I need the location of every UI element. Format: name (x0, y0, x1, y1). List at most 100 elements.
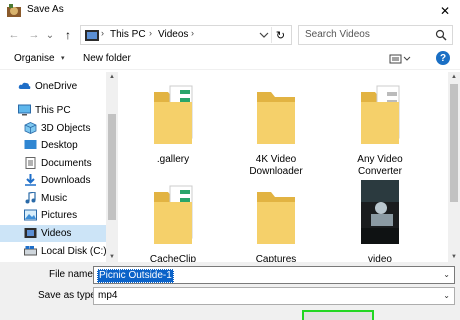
folder-item-any-video-converter[interactable]: Any Video Converter (335, 78, 425, 177)
view-icon (389, 54, 411, 64)
app-icon (7, 4, 21, 17)
navigation-bar: ← → ⌄ ↑ › This PC › Videos › ↻ Search Vi… (0, 22, 460, 48)
help-icon: ? (439, 52, 447, 64)
folder-item-gallery[interactable]: .gallery (128, 78, 218, 168)
folder-icon (361, 85, 400, 144)
file-item-video[interactable]: video (335, 178, 425, 268)
folder-icon (257, 192, 295, 244)
up-arrow-icon: ↑ (65, 28, 71, 42)
desktop-icon (24, 140, 37, 149)
sidebar-item-label: This PC (35, 105, 71, 116)
videos-folder-icon (85, 30, 99, 41)
chevron-down-icon[interactable]: ⌄ (443, 270, 450, 279)
scroll-down-icon: ▼ (109, 254, 115, 260)
sidebar-item-local-disk[interactable]: Local Disk (C:) (0, 243, 107, 260)
window-title: Save As (27, 4, 64, 15)
address-dropdown-icon[interactable] (259, 31, 269, 39)
file-name-input[interactable]: Picnic Outside-1 ⌄ (93, 266, 455, 284)
folder-item-4k-video-downloader[interactable]: 4K Video Downloader (231, 78, 321, 177)
file-name-label: File name: (49, 269, 96, 280)
sidebar-item-label: 3D Objects (41, 123, 91, 134)
cube-icon (24, 122, 37, 134)
command-bar: Organise ▾ New folder ? (0, 48, 460, 70)
help-button[interactable]: ? (436, 51, 450, 65)
sidebar-item-label: Downloads (41, 175, 91, 186)
folder-icon (154, 85, 193, 144)
new-folder-button[interactable]: New folder (83, 53, 131, 64)
address-bar[interactable]: › This PC › Videos › ↻ (80, 25, 292, 45)
music-icon (25, 192, 36, 204)
sidebar-item-label: Local Disk (C:) (41, 246, 107, 257)
folder-item-captures[interactable]: Captures (231, 178, 321, 268)
scroll-up-icon: ▲ (109, 74, 115, 80)
sidebar-item-this-pc[interactable]: This PC (0, 102, 106, 119)
sidebar-item-3d-objects[interactable]: 3D Objects (0, 120, 106, 137)
sidebar-scroll-thumb[interactable] (108, 114, 116, 220)
file-label: .gallery (156, 154, 190, 165)
file-list-scroll-thumb[interactable] (450, 84, 458, 202)
save-button[interactable] (302, 310, 374, 320)
breadcrumb-separator: › (149, 28, 152, 38)
up-button[interactable]: ↑ (60, 27, 76, 43)
file-name-value: Picnic Outside-1 (97, 269, 174, 283)
refresh-icon: ↻ (275, 29, 286, 42)
scroll-down-icon: ▼ (451, 254, 457, 260)
sidebar-item-music[interactable]: Music (0, 190, 106, 207)
sidebar-item-label: Documents (41, 158, 92, 169)
sidebar-item-label: Desktop (41, 140, 78, 151)
pictures-icon (24, 209, 37, 221)
file-label: Any Video Converter (357, 154, 403, 177)
file-label: 4K Video Downloader (249, 154, 303, 177)
recent-locations-button[interactable]: ⌄ (44, 27, 56, 43)
organise-dropdown-icon: ▾ (61, 55, 65, 62)
chevron-down-icon: ⌄ (45, 29, 55, 41)
back-button[interactable]: ← (6, 27, 22, 43)
folder-icon (154, 185, 193, 244)
sidebar-item-label: Pictures (41, 210, 78, 221)
file-list: .gallery 4K Video Downloader Any Video C… (118, 72, 448, 265)
disk-icon (24, 246, 37, 256)
scroll-up-icon: ▲ (451, 74, 457, 80)
download-icon (25, 174, 36, 186)
sidebar-item-label: OneDrive (35, 81, 78, 92)
video-thumbnail-icon (361, 180, 399, 244)
sidebar-item-videos[interactable]: Videos (0, 225, 106, 242)
close-icon: ✕ (439, 4, 451, 18)
save-as-type-label: Save as type: (38, 290, 99, 301)
search-box[interactable]: Search Videos (298, 25, 453, 45)
search-icon (435, 29, 447, 41)
folder-icon (257, 92, 295, 144)
search-placeholder: Search Videos (305, 29, 370, 40)
sidebar-item-onedrive[interactable]: OneDrive (0, 78, 106, 95)
save-as-type-value: mp4 (98, 290, 118, 301)
videos-icon (24, 228, 37, 238)
cloud-icon (18, 82, 31, 89)
sidebar-item-documents[interactable]: Documents (0, 155, 106, 172)
sidebar-item-pictures[interactable]: Pictures (0, 207, 106, 224)
chevron-down-icon: ⌄ (443, 291, 450, 300)
forward-button[interactable]: → (26, 27, 42, 43)
title-bar: Save As ✕ (0, 0, 460, 22)
sidebar-item-label: Music (41, 193, 68, 204)
breadcrumb-videos[interactable]: Videos (158, 29, 188, 40)
breadcrumb-this-pc[interactable]: This PC (110, 29, 146, 40)
refresh-button[interactable]: ↻ (271, 27, 289, 43)
sidebar-item-label: Videos (41, 228, 72, 239)
navigation-pane: OneDrive This PC 3D Objects Desktop Docu… (0, 72, 118, 262)
sidebar-item-desktop[interactable]: Desktop (0, 137, 106, 154)
organise-button[interactable]: Organise (14, 53, 55, 64)
save-as-type-select[interactable]: mp4 ⌄ (93, 287, 455, 305)
save-form: File name: Picnic Outside-1 ⌄ Save as ty… (0, 262, 460, 320)
sidebar-item-downloads[interactable]: Downloads (0, 172, 106, 189)
sidebar-scrollbar[interactable]: ▲ ▼ (106, 72, 118, 262)
forward-arrow-icon: → (28, 29, 40, 41)
breadcrumb-separator: › (101, 28, 104, 38)
view-options-button[interactable] (388, 52, 412, 66)
back-arrow-icon: ← (8, 29, 20, 41)
computer-icon (18, 104, 31, 116)
documents-icon (25, 157, 36, 169)
file-list-scrollbar[interactable]: ▲ ▼ (448, 72, 460, 262)
breadcrumb-separator: › (191, 28, 194, 38)
folder-item-cacheclip[interactable]: CacheClip (128, 178, 218, 268)
close-button[interactable]: ✕ (436, 2, 454, 20)
